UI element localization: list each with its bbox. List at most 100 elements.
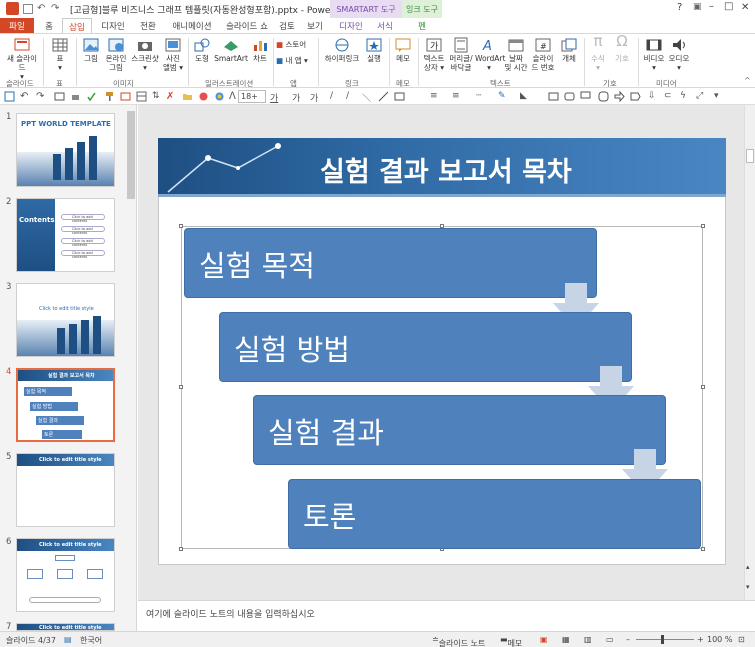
slide-sorter-icon[interactable]: ▦ <box>562 635 570 644</box>
process-step[interactable]: 실험 방법 <box>219 312 632 382</box>
my-apps-button[interactable]: ■ 내 앱 ▾ <box>276 56 314 65</box>
chart-button[interactable]: 차트 <box>250 37 270 63</box>
ribbon-display-icon[interactable]: ▣ <box>693 2 702 12</box>
slideshow-view-icon[interactable]: ▭ <box>606 635 614 644</box>
hyperlink-button[interactable]: 하이퍼링크 <box>322 37 362 63</box>
process-step[interactable]: 토론 <box>288 479 701 549</box>
process-step[interactable]: 실험 결과 <box>253 395 666 465</box>
audio-button[interactable]: 오디오 ▾ <box>667 37 691 72</box>
equation-button[interactable]: π 수식 ▾ <box>587 34 609 73</box>
move-down-icon[interactable]: ⇩ <box>648 91 659 102</box>
symbol-button[interactable]: Ω 기호 <box>611 34 633 64</box>
zoom-level[interactable]: 100 % <box>707 635 732 644</box>
tab-smartart-format[interactable]: 서식 <box>373 18 397 33</box>
pentagon-icon[interactable] <box>630 91 641 102</box>
photo-album-button[interactable]: 사진 앨범 ▾ <box>162 37 184 72</box>
shapes-button[interactable]: 도형 <box>192 37 212 63</box>
font-color-a-icon[interactable]: 가 <box>270 91 281 104</box>
delete-icon[interactable]: ✗ <box>166 91 177 102</box>
wordart-button[interactable]: A WordArt ▾ <box>475 37 505 72</box>
distribute-icon[interactable]: ≡ <box>430 91 441 102</box>
slide-number-button[interactable]: # 슬라이 드 번호 <box>529 37 557 72</box>
slide-thumbnail-4[interactable]: 실험 결과 보고서 목차 실험 목적 실험 방법 실험 결과 토론 <box>16 368 115 442</box>
tab-design[interactable]: 디자인 <box>96 18 130 33</box>
highlighter-icon[interactable]: ∕ <box>346 91 357 102</box>
lasso-icon[interactable]: ⊂ <box>664 91 675 102</box>
tab-pen[interactable]: 펜 <box>412 18 432 33</box>
font-color-icon[interactable] <box>198 91 209 102</box>
header-footer-button[interactable]: 머리글/바닥글 <box>448 37 474 72</box>
shape-outline-icon[interactable]: ✎ <box>498 91 509 102</box>
slide-thumbnail-6[interactable]: Click to edit title style <box>16 538 115 612</box>
slide-thumbnail-5[interactable]: Click to edit title style <box>16 453 115 527</box>
resize-handle[interactable] <box>701 385 705 389</box>
picture-button[interactable]: 그림 <box>80 37 102 63</box>
slide-thumbnail-3[interactable]: Click to edit title style <box>16 283 115 357</box>
online-picture-button[interactable]: 온라인 그림 <box>104 37 128 72</box>
resize-handle[interactable] <box>701 224 705 228</box>
slide-thumbnail-1[interactable]: PPT WORLD TEMPLATE <box>16 113 115 187</box>
tab-smartart-design[interactable]: 디자인 <box>334 18 368 33</box>
resize-icon[interactable]: ⤢ <box>696 91 707 102</box>
slide-thumbnail-2[interactable]: Contents Click to add contents Click to … <box>16 198 115 272</box>
zoom-slider[interactable] <box>636 639 694 640</box>
redo-icon[interactable]: ↷ <box>36 91 47 102</box>
resize-handle[interactable] <box>179 547 183 551</box>
shrink-font-icon[interactable]: 가 <box>310 91 321 104</box>
tab-view[interactable]: 보기 <box>303 18 327 33</box>
object-button[interactable]: 개체 <box>558 37 580 63</box>
redo-icon[interactable]: ↷ <box>51 3 59 14</box>
table-button[interactable]: 표 ▾ <box>48 37 72 72</box>
tab-file[interactable]: 파일 <box>0 18 34 33</box>
comment-button[interactable]: 메모 <box>392 37 414 63</box>
color-wheel-icon[interactable] <box>214 91 225 102</box>
tab-slideshow[interactable]: 슬라이드 쇼 <box>222 18 272 33</box>
zoom-in-icon[interactable]: + <box>697 635 704 644</box>
tab-insert[interactable]: 삽입 <box>62 18 92 33</box>
save-icon[interactable] <box>23 4 33 14</box>
notes-pane[interactable]: 여기에 슬라이드 노트의 내용을 입력하십시오 <box>138 600 755 631</box>
notes-toggle[interactable]: ≐ 슬라이드 노트 <box>432 635 485 647</box>
textbox-button[interactable]: 가 텍스트 상자 ▾ <box>421 37 447 72</box>
spellcheck-icon[interactable]: ▤ <box>64 635 72 644</box>
shape-fill-icon[interactable]: ◣ <box>520 91 531 102</box>
rounded-rectangle-icon[interactable] <box>564 91 575 102</box>
undo-icon[interactable]: ↶ <box>37 3 45 14</box>
zoom-slider-thumb[interactable] <box>661 635 664 644</box>
format-painter-icon[interactable] <box>104 91 115 102</box>
resize-handle[interactable] <box>179 385 183 389</box>
spelling-icon[interactable] <box>86 91 97 102</box>
arrow-shape-icon[interactable] <box>614 91 625 102</box>
tab-animations[interactable]: 애니메이션 <box>166 18 218 33</box>
text-direction-icon[interactable]: ᅟ≡ <box>412 91 423 114</box>
screenshot-button[interactable]: 스크린샷 ▾ <box>130 37 160 72</box>
sort-icon[interactable]: ⇅ <box>152 91 163 102</box>
slideshow-icon[interactable] <box>54 91 65 102</box>
video-button[interactable]: 비디오 ▾ <box>642 37 666 72</box>
language-indicator[interactable]: 한국어 <box>80 635 102 646</box>
store-button[interactable]: ■ 스토어 <box>276 40 314 49</box>
line-style-icon[interactable]: ≡ <box>452 91 463 102</box>
smartart-button[interactable]: SmartArt <box>214 37 248 63</box>
rounded-shape-icon[interactable] <box>598 91 609 102</box>
action-button[interactable]: 실행 <box>363 37 385 63</box>
table-icon[interactable] <box>136 91 147 102</box>
grow-font-icon[interactable]: 가 <box>292 91 303 104</box>
help-button[interactable]: ? <box>677 2 682 13</box>
fit-to-window-icon[interactable]: ⊡ <box>738 635 745 644</box>
rectangle-shape-icon[interactable] <box>548 91 559 102</box>
editor-scrollbar[interactable]: ▴ ▾ <box>744 105 755 600</box>
slide-title[interactable]: 실험 결과 보고서 목차 <box>320 150 572 189</box>
normal-view-icon[interactable]: ▣ <box>540 635 548 644</box>
line-icon[interactable]: ＼ <box>362 91 373 104</box>
open-icon[interactable] <box>182 91 193 102</box>
thumbnails-scrollbar[interactable] <box>127 111 135 199</box>
process-step[interactable]: 실험 목적 <box>184 228 597 298</box>
tab-review[interactable]: 검토 <box>275 18 299 33</box>
align-icon[interactable] <box>394 91 405 102</box>
date-time-button[interactable]: 날짜 및 시간 <box>504 37 528 72</box>
resize-handle[interactable] <box>701 547 705 551</box>
save-icon[interactable] <box>4 91 15 102</box>
pen-icon[interactable]: / <box>330 91 341 102</box>
arrow-line-icon[interactable] <box>378 91 389 102</box>
